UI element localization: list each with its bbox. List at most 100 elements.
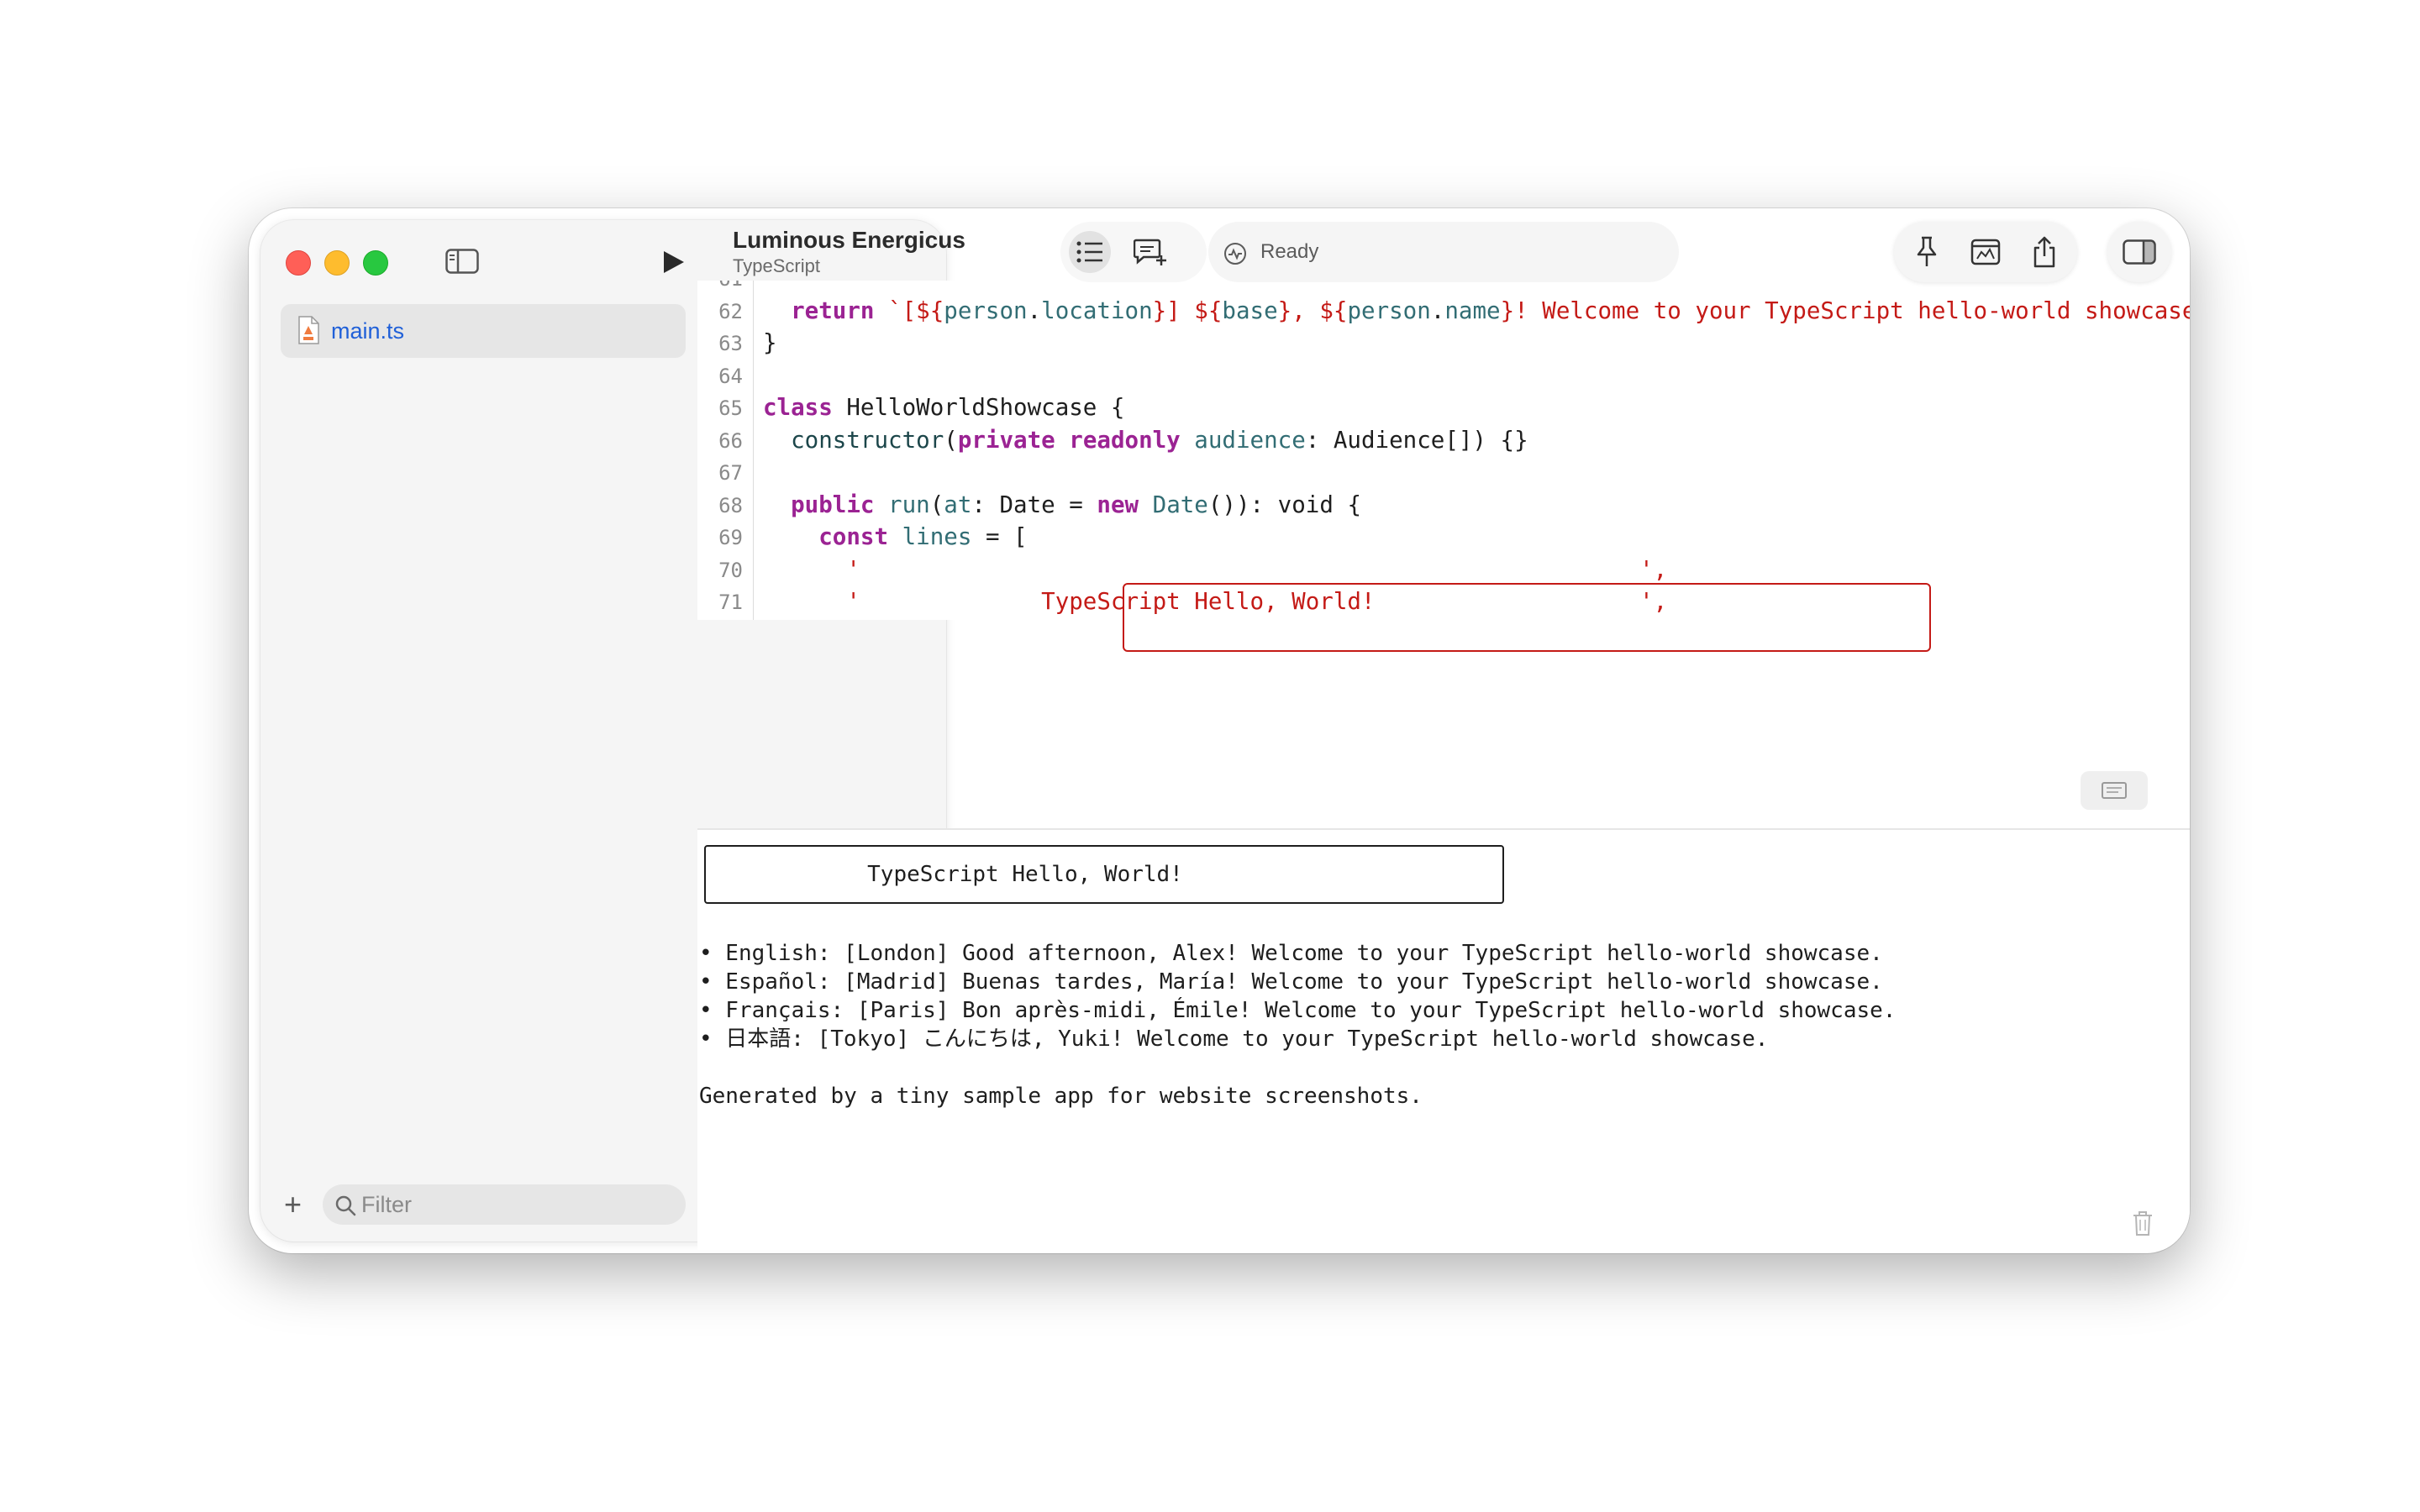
- line-number: 69: [718, 526, 743, 549]
- close-window-button[interactable]: [286, 250, 311, 276]
- code-token: Date: [1152, 491, 1208, 518]
- code-token: location: [1041, 297, 1153, 324]
- code-token: }! Welcome to your TypeScript hello-worl…: [1500, 297, 2190, 324]
- output-banner-box: TypeScript Hello, World!: [704, 845, 1504, 904]
- code-token: return: [791, 297, 875, 324]
- console-output: TypeScript Hello, World! • English: [Lon…: [697, 830, 2190, 1250]
- line-number: 64: [718, 364, 743, 388]
- line-number: 72: [697, 619, 743, 621]
- code-line: 69 const lines = [: [697, 521, 1028, 553]
- code-line: 61: [697, 281, 763, 294]
- string-highlight-box: [1123, 583, 1931, 652]
- run-button[interactable]: [659, 249, 687, 276]
- minimap-button[interactable]: [2081, 771, 2148, 810]
- view-mode-group: [1060, 222, 1207, 282]
- code-token: }] ${: [1152, 297, 1223, 324]
- code-token: constructor: [791, 426, 944, 454]
- window-title: Luminous Energicus: [733, 227, 965, 253]
- file-name: main.ts: [331, 318, 405, 344]
- list-button[interactable]: [1069, 231, 1111, 273]
- code-token: }, ${: [1277, 297, 1348, 324]
- line-number: 63: [718, 332, 743, 355]
- status-text: Ready: [1260, 240, 1319, 263]
- code-line: 65 class HelloWorldShowcase {: [697, 391, 1124, 423]
- code-token: run: [888, 491, 930, 518]
- code-token: = [: [971, 523, 1028, 550]
- code-token: HelloWorldShowcase {: [832, 394, 1125, 421]
- code-token: .: [1027, 297, 1042, 324]
- title-block: Luminous Energicus TypeScript: [733, 225, 965, 277]
- code-token: class: [763, 394, 833, 421]
- code-token: readonly: [1069, 426, 1181, 454]
- inspector-group: [2107, 222, 2171, 282]
- zoom-window-button[interactable]: [363, 250, 388, 276]
- code-token: person: [1347, 297, 1431, 324]
- code-token: name: [1444, 297, 1501, 324]
- code-line: 70 ' ',: [697, 554, 1667, 585]
- code-token: }: [763, 329, 777, 356]
- minimize-window-button[interactable]: [324, 250, 350, 276]
- code-token: public: [791, 491, 875, 518]
- chat-add-button[interactable]: [1129, 231, 1171, 273]
- output-banner-text: TypeScript Hello, World!: [867, 862, 1183, 887]
- chart-window-button[interactable]: [1965, 231, 2007, 273]
- file-list-item[interactable]: main.ts: [281, 304, 686, 358]
- code-editor[interactable]: 6162 return `[${person.location}] ${base…: [697, 281, 2190, 620]
- status-pill: Ready: [1208, 222, 1679, 282]
- line-number: 65: [718, 396, 743, 420]
- filter-input[interactable]: [361, 1184, 672, 1225]
- code-token: private: [957, 426, 1055, 454]
- output-line-french: • Français: [Paris] Bon après-midi, Émil…: [699, 998, 1897, 1023]
- code-token: : Date =: [971, 491, 1097, 518]
- line-number: 66: [718, 428, 743, 453]
- window-subtitle: TypeScript: [733, 255, 820, 276]
- code-token: new: [1097, 491, 1139, 518]
- trash-icon[interactable]: [2131, 1210, 2154, 1236]
- list-icon: [1076, 241, 1102, 263]
- code-token: ': [763, 555, 860, 583]
- activity-icon: [1224, 243, 1246, 265]
- code-token: audience: [1194, 426, 1306, 454]
- code-token: : Audience[]) {}: [1305, 426, 1528, 454]
- sidebar-toggle-icon[interactable]: [445, 249, 479, 274]
- typescript-file-icon: [298, 316, 319, 344]
- pin-icon: [1917, 236, 1937, 266]
- code-token: (: [929, 491, 944, 518]
- code-token: lines: [902, 523, 972, 550]
- inspector-icon: [2123, 239, 2156, 265]
- inspector-toggle-button[interactable]: [2118, 231, 2160, 273]
- code-token: at: [944, 491, 972, 518]
- code-line: 66 constructor(private readonly audience…: [697, 424, 1528, 456]
- actions-group: [1894, 222, 2077, 282]
- line-number: 61: [697, 281, 743, 295]
- share-button[interactable]: [2023, 231, 2065, 273]
- chat-add-icon: [1134, 239, 1166, 265]
- minimap-icon: [2102, 782, 2127, 799]
- line-number: 68: [718, 493, 743, 517]
- code-token: ()): void {: [1207, 491, 1361, 518]
- line-number: 71: [718, 591, 743, 614]
- line-number: 70: [718, 558, 743, 582]
- app-window: main.ts + 6162 return `[${person.locatio…: [249, 208, 2190, 1253]
- output-line-spanish: • Español: [Madrid] Buenas tardes, María…: [699, 969, 1883, 995]
- pin-button[interactable]: [1906, 231, 1948, 273]
- add-file-button[interactable]: +: [284, 1189, 302, 1220]
- code-line: 63}: [697, 327, 777, 359]
- search-icon: [335, 1195, 356, 1216]
- code-token: ': [763, 588, 860, 615]
- chart-window-icon: [1970, 239, 2001, 265]
- filter-field[interactable]: [323, 1184, 686, 1225]
- code-line: 62 return `[${person.location}] ${base},…: [697, 295, 2190, 327]
- line-number: 62: [718, 299, 743, 323]
- code-token: (: [944, 426, 958, 454]
